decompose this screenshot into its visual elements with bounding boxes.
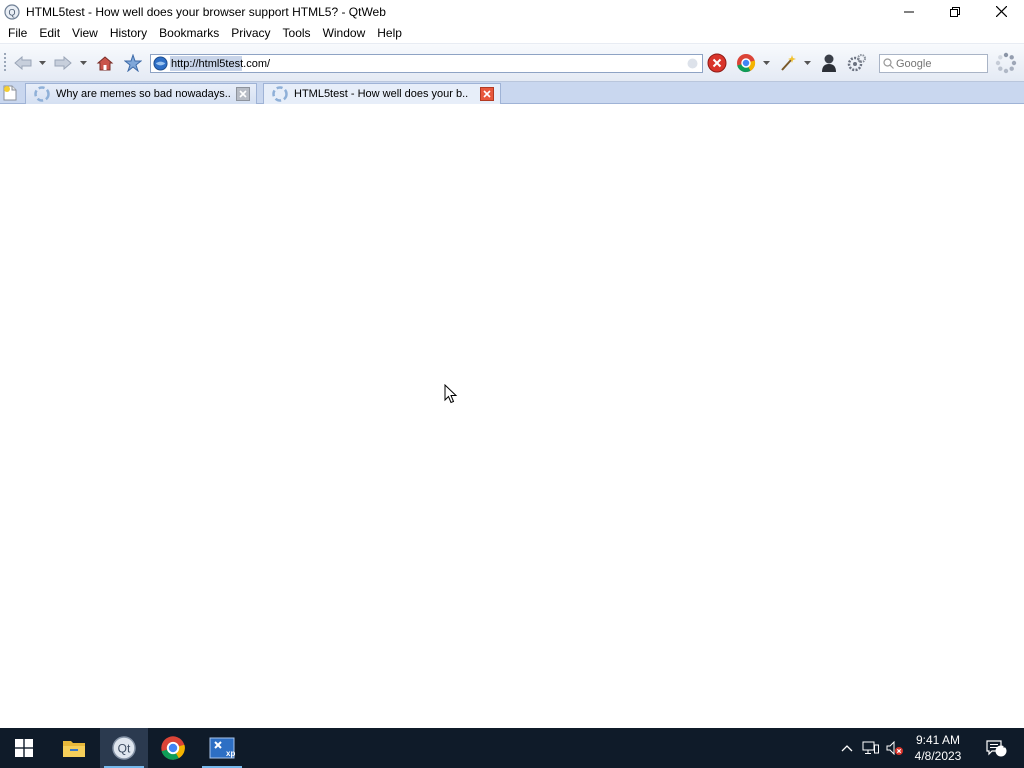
forward-button[interactable]	[52, 53, 74, 73]
menu-view[interactable]: View	[66, 23, 104, 44]
tab-bar: Why are memes so bad nowadays... HTML5te…	[0, 82, 1024, 104]
clock-time: 9:41 AM	[915, 733, 961, 747]
taskbar-file-explorer[interactable]	[50, 728, 98, 768]
volume-muted-icon	[886, 741, 903, 755]
address-bar[interactable]	[150, 54, 703, 73]
restore-icon	[950, 6, 960, 17]
stop-icon	[707, 53, 727, 73]
stop-button[interactable]	[706, 53, 728, 73]
minimize-icon	[904, 11, 914, 12]
taskbar-qtweb[interactable]: Qt	[100, 728, 148, 768]
tab-label: Why are memes so bad nowadays...	[56, 88, 231, 100]
user-incognito-icon	[822, 54, 836, 72]
toolbar-grip[interactable]	[4, 53, 6, 73]
loading-favicon-icon	[34, 86, 50, 102]
system-clock[interactable]: 9:41 AM 4/8/2023	[905, 732, 971, 764]
chevron-down-icon	[38, 61, 46, 65]
new-tab-button[interactable]	[2, 85, 20, 102]
notification-count-badge: 4	[1003, 741, 1009, 752]
star-icon	[124, 54, 142, 72]
start-button[interactable]	[0, 728, 48, 768]
qtweb-app-icon: Q	[4, 3, 20, 20]
url-input[interactable]	[171, 56, 687, 71]
taskbar-chrome[interactable]	[149, 728, 197, 768]
search-icon	[883, 58, 894, 69]
forward-arrow-icon	[54, 56, 72, 70]
menu-window[interactable]: Window	[317, 23, 372, 44]
action-center-button[interactable]: 4	[976, 728, 1016, 768]
search-box[interactable]	[879, 54, 988, 73]
menu-edit[interactable]: Edit	[33, 23, 66, 44]
chevron-down-icon	[803, 61, 811, 65]
magic-wand-dropdown[interactable]	[802, 53, 812, 73]
mouse-cursor-icon	[444, 384, 458, 404]
load-status-icon	[687, 58, 698, 69]
bookmark-star-button[interactable]	[122, 53, 144, 73]
chevron-down-icon	[79, 61, 87, 65]
close-tab-button[interactable]	[480, 87, 494, 101]
close-tab-icon	[236, 87, 250, 101]
menu-tools[interactable]: Tools	[277, 23, 317, 44]
svg-text:xp: xp	[226, 749, 235, 758]
navigation-toolbar	[0, 44, 1024, 82]
new-tab-icon	[3, 85, 17, 101]
clock-date: 4/8/2023	[914, 749, 962, 763]
spinner-icon	[995, 52, 1017, 74]
globe-icon	[153, 56, 168, 71]
privacy-button[interactable]	[818, 53, 840, 73]
chevron-up-icon	[841, 745, 853, 752]
taskbar-xp-app[interactable]: xp	[198, 728, 246, 768]
close-window-button[interactable]	[978, 0, 1024, 23]
back-button[interactable]	[12, 53, 34, 73]
show-hidden-icons-button[interactable]	[838, 728, 856, 768]
web-page-viewport[interactable]	[0, 104, 1024, 728]
magic-wand-button[interactable]	[777, 53, 799, 73]
forward-history-dropdown[interactable]	[78, 53, 88, 73]
menu-help[interactable]: Help	[371, 23, 408, 44]
close-icon	[995, 6, 1007, 17]
menu-bar: File Edit View History Bookmarks Privacy…	[0, 23, 1024, 44]
back-arrow-icon	[14, 56, 32, 70]
folder-icon	[63, 741, 85, 757]
xp-app-icon: xp	[209, 737, 235, 759]
magic-wand-icon	[781, 55, 796, 71]
volume-button[interactable]	[884, 728, 906, 768]
menu-file[interactable]: File	[2, 23, 33, 44]
back-history-dropdown[interactable]	[37, 53, 47, 73]
open-in-chrome-button[interactable]	[735, 53, 757, 73]
tab-html5test[interactable]: HTML5test - How well does your b...	[263, 83, 501, 104]
restore-button[interactable]	[932, 0, 978, 23]
menu-bookmarks[interactable]: Bookmarks	[153, 23, 225, 44]
tab-memes[interactable]: Why are memes so bad nowadays...	[25, 83, 257, 104]
menu-history[interactable]: History	[104, 23, 153, 44]
network-status-button[interactable]	[860, 728, 882, 768]
menu-privacy[interactable]: Privacy	[225, 23, 276, 44]
loading-favicon-icon	[272, 86, 288, 102]
settings-button[interactable]	[846, 53, 868, 73]
gears-icon	[847, 54, 866, 72]
chrome-icon	[161, 736, 185, 760]
browser-engine-dropdown[interactable]	[761, 53, 771, 73]
tab-label: HTML5test - How well does your b...	[294, 88, 469, 100]
svg-text:Qt: Qt	[118, 742, 131, 756]
chevron-down-icon	[762, 61, 770, 65]
close-tab-button[interactable]	[236, 87, 250, 101]
search-input[interactable]	[896, 57, 982, 70]
minimize-button[interactable]	[886, 0, 932, 23]
close-tab-icon	[480, 87, 494, 101]
window-title: HTML5test - How well does your browser s…	[26, 4, 386, 19]
network-icon	[862, 741, 879, 754]
loading-spinner	[993, 52, 1019, 74]
qtweb-icon: Qt	[112, 736, 136, 760]
taskbar: Qt xp 9:41 AM 4/8/2023 4	[0, 728, 1024, 768]
home-button[interactable]	[94, 53, 116, 73]
svg-text:Q: Q	[8, 7, 15, 17]
windows-logo-icon	[15, 739, 33, 757]
chrome-icon	[737, 54, 756, 73]
home-icon	[96, 56, 114, 71]
title-bar: Q HTML5test - How well does your browser…	[0, 0, 1024, 23]
